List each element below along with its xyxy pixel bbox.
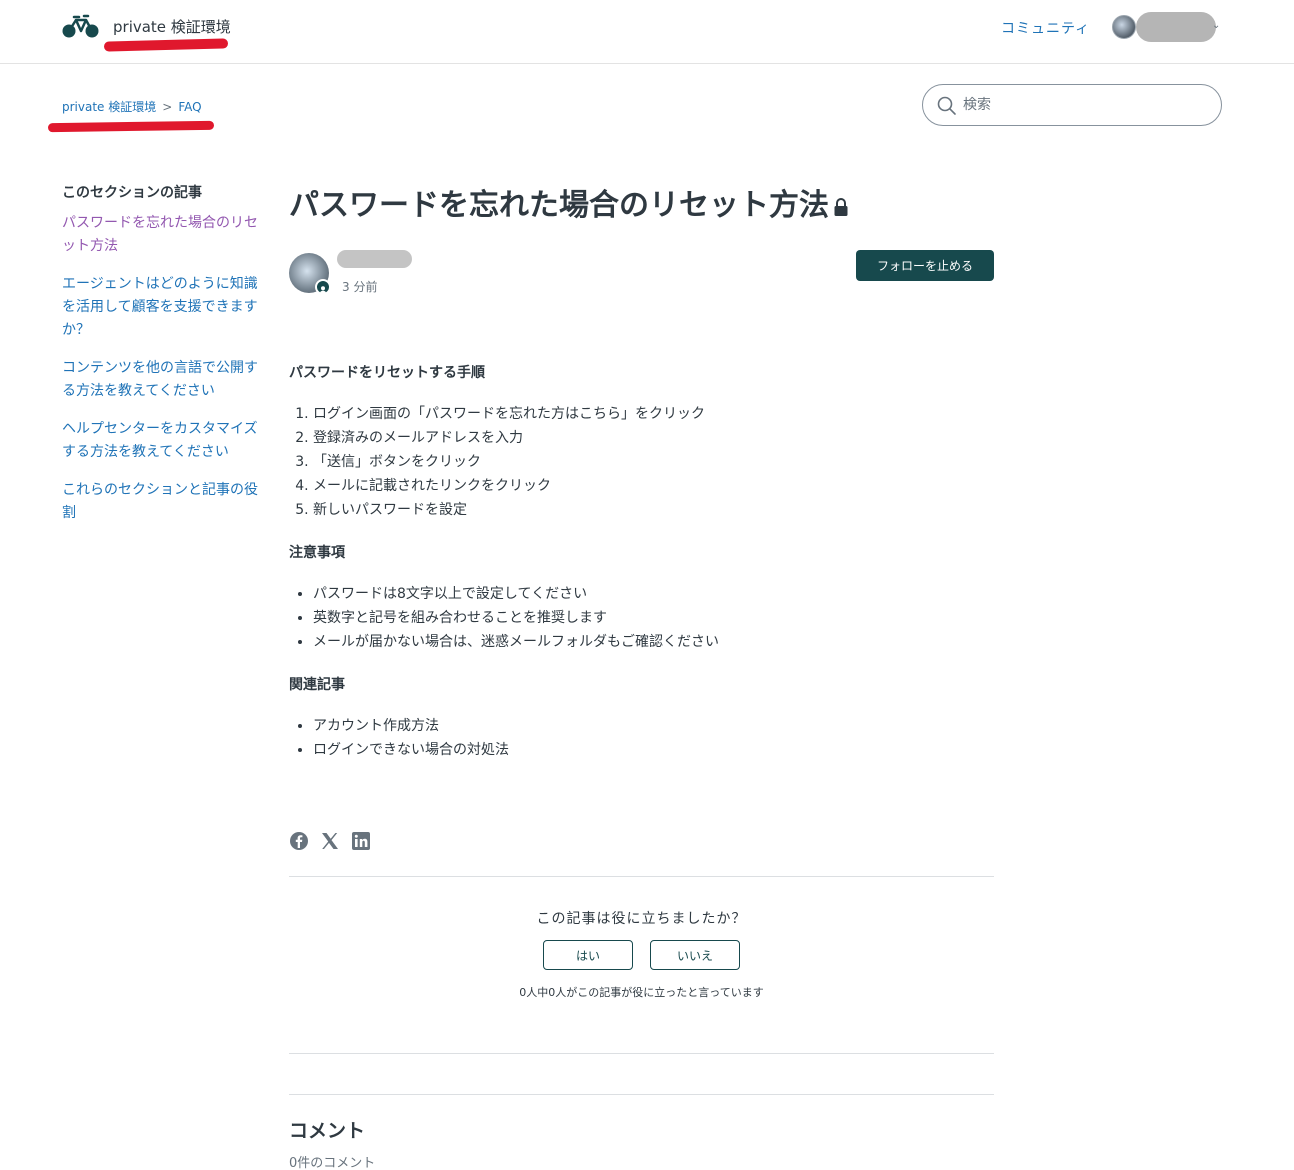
vote-question: この記事は役に立ちましたか？ [536,911,747,927]
sidebar-item-section-roles[interactable]: これらのセクションと記事の役割 [62,479,262,525]
list-item: パスワードは8文字以上で設定してください [313,582,994,606]
list-item: 「送信」ボタンをクリック [313,450,994,474]
user-name-redacted [1136,12,1216,42]
linkedin-icon[interactable] [351,831,371,851]
list-item: 新しいパスワードを設定 [313,498,994,522]
article-title: パスワードを忘れた場合のリセット方法 [289,186,994,226]
steps-list: ログイン画面の「パスワードを忘れた方はこちら」をクリック 登録済みのメールアドレ… [313,402,994,522]
sidebar-item-password-reset[interactable]: パスワードを忘れた場合のリセット方法 [62,212,262,258]
search-box[interactable] [922,84,1222,126]
lock-icon [834,198,848,216]
article-timestamp: 3 分前 [342,280,378,294]
sidebar-heading: このセクションの記事 [62,185,202,201]
unfollow-button[interactable]: フォローを止める [856,250,994,281]
comments-title: コメント [289,1120,366,1142]
list-item: 登録済みのメールアドレスを入力 [313,426,994,450]
list-item: ログインできない場合の対処法 [313,738,994,762]
related-heading: 関連記事 [289,677,345,693]
article-body: パスワードをリセットする手順 ログイン画面の「パスワードを忘れた方はこちら」をク… [289,362,994,782]
user-avatar[interactable] [1112,15,1136,39]
vote-buttons: はい いいえ [289,940,994,970]
list-item: メールに記載されたリンクをクリック [313,474,994,498]
bicycle-logo-icon[interactable] [62,14,100,40]
related-list: アカウント作成方法 ログインできない場合の対処法 [313,714,994,762]
vote-count: 0人中0人がこの記事が役に立ったと言っています [519,986,764,999]
article-vote: この記事は役に立ちましたか？ はい いいえ 0人中0人がこの記事が役に立ったと言… [289,908,994,1000]
agent-badge-icon [315,279,331,295]
article: パスワードを忘れた場合のリセット方法 3 分前 フォローを止める パスワードをリ… [289,186,994,1170]
article-author: 3 分前 フォローを止める [289,250,994,302]
divider [289,1053,994,1054]
divider [289,1094,994,1095]
facebook-icon[interactable] [289,831,309,851]
breadcrumb-separator: > [162,100,173,114]
author-name-redacted [337,250,412,268]
notes-heading: 注意事項 [289,545,345,561]
nav-community-link[interactable]: コミュニティ [1001,18,1090,38]
redaction-marker [103,38,229,52]
steps-heading: パスワードをリセットする手順 [289,365,485,381]
list-item: アカウント作成方法 [313,714,994,738]
notes-list: パスワードは8文字以上で設定してください 英数字と記号を組み合わせることを推奨し… [313,582,994,654]
list-item: メールが届かない場合は、迷惑メールフォルダもご確認ください [313,630,994,654]
breadcrumb-faq[interactable]: FAQ [178,100,201,114]
vote-no-button[interactable]: いいえ [650,940,741,970]
vote-yes-button[interactable]: はい [542,940,633,970]
redaction-marker [47,120,215,133]
list-item: 英数字と記号を組み合わせることを推奨します [313,606,994,630]
breadcrumb-home[interactable]: private 検証環境 [62,100,156,114]
sidebar-item-agent-knowledge[interactable]: エージェントはどのように知識を活用して顧客を支援できますか？ [62,273,262,342]
comments-count: 0件のコメント [289,1156,376,1170]
user-menu[interactable]: ⌄ [1110,12,1222,42]
sidebar-item-customize-help-center[interactable]: ヘルプセンターをカスタマイズする方法を教えてください [62,418,262,464]
sidebar-item-publish-languages[interactable]: コンテンツを他の言語で公開する方法を教えてください [62,357,262,403]
site-header: private 検証環境 コミュニティ ⌄ [0,0,1294,64]
article-title-text: パスワードを忘れた場合のリセット方法 [289,188,829,223]
search-icon [937,96,956,115]
list-item: ログイン画面の「パスワードを忘れた方はこちら」をクリック [313,402,994,426]
breadcrumb: private 検証環境 > FAQ [62,98,202,115]
section-sidebar: このセクションの記事 パスワードを忘れた場合のリセット方法 エージェントはどのよ… [62,182,262,540]
site-name[interactable]: private 検証環境 [113,16,231,37]
x-icon[interactable] [320,831,340,851]
sidebar-article-list: パスワードを忘れた場合のリセット方法 エージェントはどのように知識を活用して顧客… [62,212,262,525]
chevron-down-icon: ⌄ [1212,20,1221,31]
search-input[interactable] [963,93,1203,117]
divider [289,876,994,877]
share-links [289,830,377,852]
